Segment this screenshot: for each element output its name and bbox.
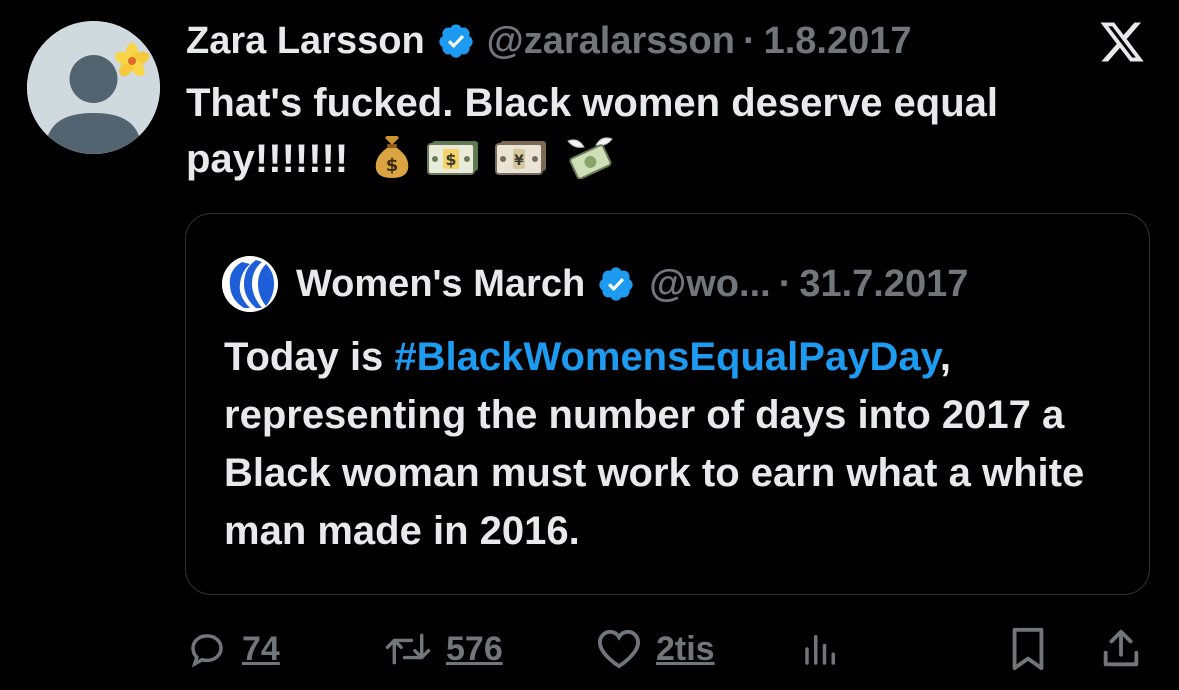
- reply-count[interactable]: 74: [242, 630, 280, 669]
- heart-icon: [597, 629, 641, 669]
- verified-badge-icon: [599, 267, 633, 301]
- yen-banknote-icon: ¥: [495, 141, 547, 176]
- emoji-row: $ $ ¥: [372, 135, 618, 180]
- views-button[interactable]: [800, 618, 842, 680]
- tweet-text: That's fucked. Black women deserve equal…: [186, 75, 1146, 187]
- womens-march-logo-icon: [222, 256, 278, 312]
- quoted-author-avatar[interactable]: [222, 256, 278, 312]
- author-header: Zara Larsson @zaralarsson · 1.8.2017: [186, 16, 912, 66]
- svg-text:¥: ¥: [514, 153, 524, 169]
- share-icon: [1103, 629, 1139, 667]
- share-button[interactable]: [1098, 618, 1144, 680]
- svg-text:$: $: [386, 155, 399, 176]
- tweet: Zara Larsson @zaralarsson · 1.8.2017 Tha…: [0, 0, 1179, 690]
- author-handle[interactable]: @zaralarsson: [487, 20, 735, 63]
- quoted-text-before: Today is: [224, 335, 395, 379]
- like-count[interactable]: 2tis: [656, 630, 715, 669]
- money-with-wings-icon: [567, 137, 613, 180]
- analytics-icon: [805, 635, 835, 665]
- reply-icon: [191, 634, 223, 668]
- dollar-banknote-icon: $: [427, 141, 479, 176]
- quoted-author-handle[interactable]: @wo...: [649, 263, 771, 306]
- repost-icon: [385, 633, 431, 665]
- bookmark-button[interactable]: [1008, 618, 1048, 680]
- quoted-tweet[interactable]: Women's March @wo... · 31.7.2017 Today i…: [185, 213, 1150, 595]
- repost-button[interactable]: 576: [384, 618, 503, 680]
- bookmark-icon: [1012, 627, 1044, 671]
- like-button[interactable]: 2tis: [596, 618, 715, 680]
- separator-dot: ·: [742, 19, 756, 62]
- quoted-tweet-text: Today is #BlackWomensEqualPayDay, repres…: [224, 328, 1124, 560]
- x-logo-icon[interactable]: [1098, 18, 1146, 66]
- reply-button[interactable]: 74: [186, 618, 280, 680]
- author-name[interactable]: Zara Larsson: [186, 20, 425, 63]
- hashtag-link[interactable]: #BlackWomensEqualPayDay: [394, 335, 939, 379]
- separator-dot: ·: [778, 262, 792, 305]
- author-avatar[interactable]: [27, 21, 160, 154]
- money-bag-icon: $: [375, 136, 409, 179]
- quoted-author-name[interactable]: Women's March: [296, 263, 585, 306]
- verified-badge-icon: [439, 24, 473, 58]
- quoted-tweet-header: Women's March @wo... · 31.7.2017: [222, 254, 968, 314]
- tweet-date[interactable]: 1.8.2017: [764, 20, 912, 63]
- svg-text:$: $: [446, 150, 457, 169]
- repost-count[interactable]: 576: [446, 630, 503, 669]
- quoted-tweet-date[interactable]: 31.7.2017: [799, 263, 968, 306]
- action-bar: 74 576 2tis: [0, 618, 1179, 680]
